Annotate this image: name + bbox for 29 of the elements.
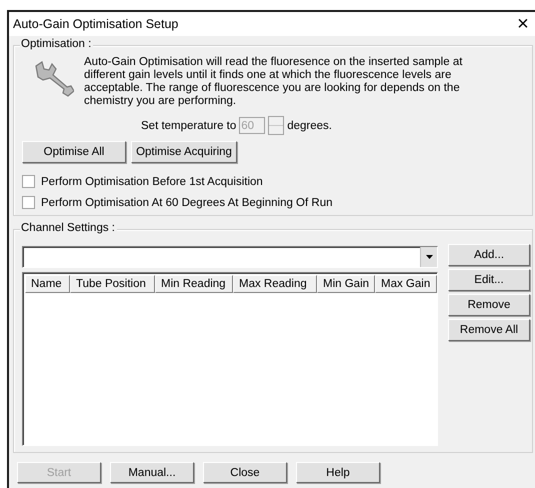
column-header[interactable]: Min Reading <box>155 275 233 293</box>
dialog-button[interactable]: Close <box>203 462 287 483</box>
channel-dropdown[interactable] <box>22 246 438 268</box>
dialog-button[interactable]: Help <box>296 462 380 483</box>
checkbox-label[interactable]: Perform Optimisation Before 1st Acquisition <box>41 176 263 188</box>
column-header[interactable]: Max Gain <box>375 275 437 293</box>
description-text: Auto-Gain Optimisation will read the fluoresence on the inserted sample at different gain levels until it finds one at which the fluorescence levels are acceptable. The range of fluorescence you are looking for depends on the chemistry you are performing. <box>84 56 464 108</box>
checkbox[interactable] <box>22 175 35 188</box>
checkbox[interactable] <box>22 196 35 209</box>
spinner-control[interactable] <box>268 116 284 135</box>
channel-button[interactable]: Edit... <box>448 269 530 291</box>
temperature-label: Set temperature to <box>141 120 236 132</box>
column-header[interactable]: Min Gain <box>317 275 375 293</box>
optimise-button[interactable]: Optimise All <box>22 141 126 163</box>
dialog-button[interactable]: Manual... <box>110 462 194 483</box>
window-title: Auto-Gain Optimisation Setup <box>13 17 178 31</box>
optimise-button[interactable]: Optimise Acquiring <box>131 141 237 163</box>
close-icon[interactable]: × <box>509 14 535 34</box>
group-label: Channel Settings : <box>20 222 117 234</box>
channel-button[interactable]: Remove All <box>448 319 530 341</box>
dropdown-arrow-icon[interactable] <box>426 255 432 259</box>
column-header[interactable]: Max Reading <box>233 275 317 293</box>
unit-label: degrees. <box>287 120 332 132</box>
column-header[interactable]: Name <box>25 275 70 293</box>
column-header[interactable]: Tube Position <box>70 275 155 293</box>
checkbox-label[interactable]: Perform Optimisation At 60 Degrees At Beginning Of Run <box>41 196 332 208</box>
channel-button[interactable]: Add... <box>448 244 530 266</box>
channel-button[interactable]: Remove <box>448 294 530 316</box>
group-label: Optimisation : <box>20 38 94 50</box>
